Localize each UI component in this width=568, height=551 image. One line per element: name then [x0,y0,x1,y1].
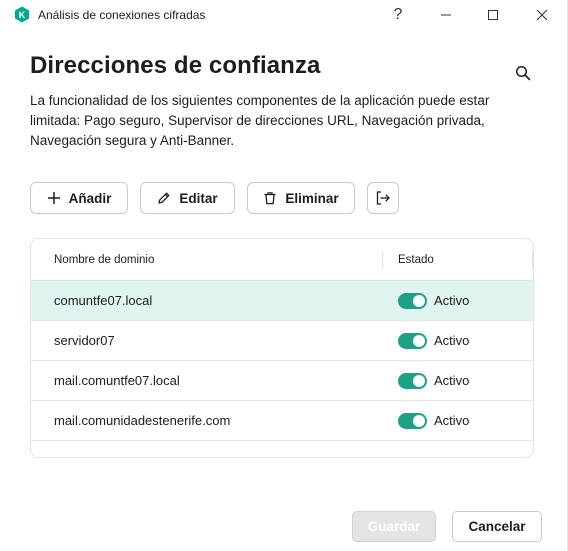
column-divider[interactable] [532,251,533,269]
kaspersky-logo-icon: K [14,6,30,23]
table-row[interactable]: servidor07 Activo [31,321,533,361]
row-state: Activo [434,293,470,308]
table-row[interactable]: mail.comuntfe07.local Activo [31,361,533,401]
pencil-icon [158,192,170,204]
trash-icon [264,192,276,205]
column-divider[interactable] [382,251,383,269]
edit-button[interactable]: Editar [140,182,235,214]
search-button[interactable] [510,60,536,86]
close-button[interactable] [519,0,565,30]
table-row[interactable]: mail.comunidadestenerife.com Activo [31,401,533,441]
table-row[interactable]: comuntfe07.local Activo [31,281,533,321]
save-button[interactable]: Guardar [352,511,436,542]
row-state: Activo [434,333,470,348]
minimize-button[interactable] [423,0,469,30]
dialog-window: K Análisis de conexiones cifradas ? Dire… [0,0,568,551]
row-state: Activo [434,373,470,388]
status-toggle[interactable] [398,373,427,389]
row-domain: comuntfe07.local [54,293,153,308]
help-icon: ? [393,6,403,23]
export-icon [376,191,390,205]
row-domain: servidor07 [54,333,115,348]
plus-icon [47,192,60,204]
add-button[interactable]: Añadir [30,182,128,214]
trusted-addresses-table: Nombre de dominio Estado comuntfe07.loca… [30,238,534,458]
title-bar: K Análisis de conexiones cifradas ? [0,0,568,30]
edit-button-label: Editar [179,190,218,206]
status-toggle[interactable] [398,413,427,429]
export-button[interactable] [367,182,399,214]
delete-button[interactable]: Eliminar [247,182,355,214]
add-button-label: Añadir [68,190,112,206]
page-description: La funcionalidad de los siguientes compo… [30,93,490,148]
cancel-button[interactable]: Cancelar [452,511,542,542]
column-header-state[interactable]: Estado [398,254,434,266]
status-toggle[interactable] [398,333,427,349]
row-domain: mail.comuntfe07.local [54,373,180,388]
minimize-icon [441,14,451,16]
maximize-button[interactable] [470,0,516,30]
help-button[interactable]: ? [375,0,421,30]
maximize-icon [488,10,498,20]
row-state: Activo [434,413,470,428]
column-header-domain[interactable]: Nombre de dominio [54,254,154,266]
page-title: Direcciones de confianza [30,52,321,79]
delete-button-label: Eliminar [285,190,339,206]
svg-text:K: K [19,10,26,20]
row-domain: mail.comunidadestenerife.com [54,413,231,428]
table-header: Nombre de dominio Estado [31,239,533,281]
window-title: Análisis de conexiones cifradas [38,8,206,22]
close-icon [536,9,548,21]
status-toggle[interactable] [398,293,427,309]
search-icon [515,65,531,81]
